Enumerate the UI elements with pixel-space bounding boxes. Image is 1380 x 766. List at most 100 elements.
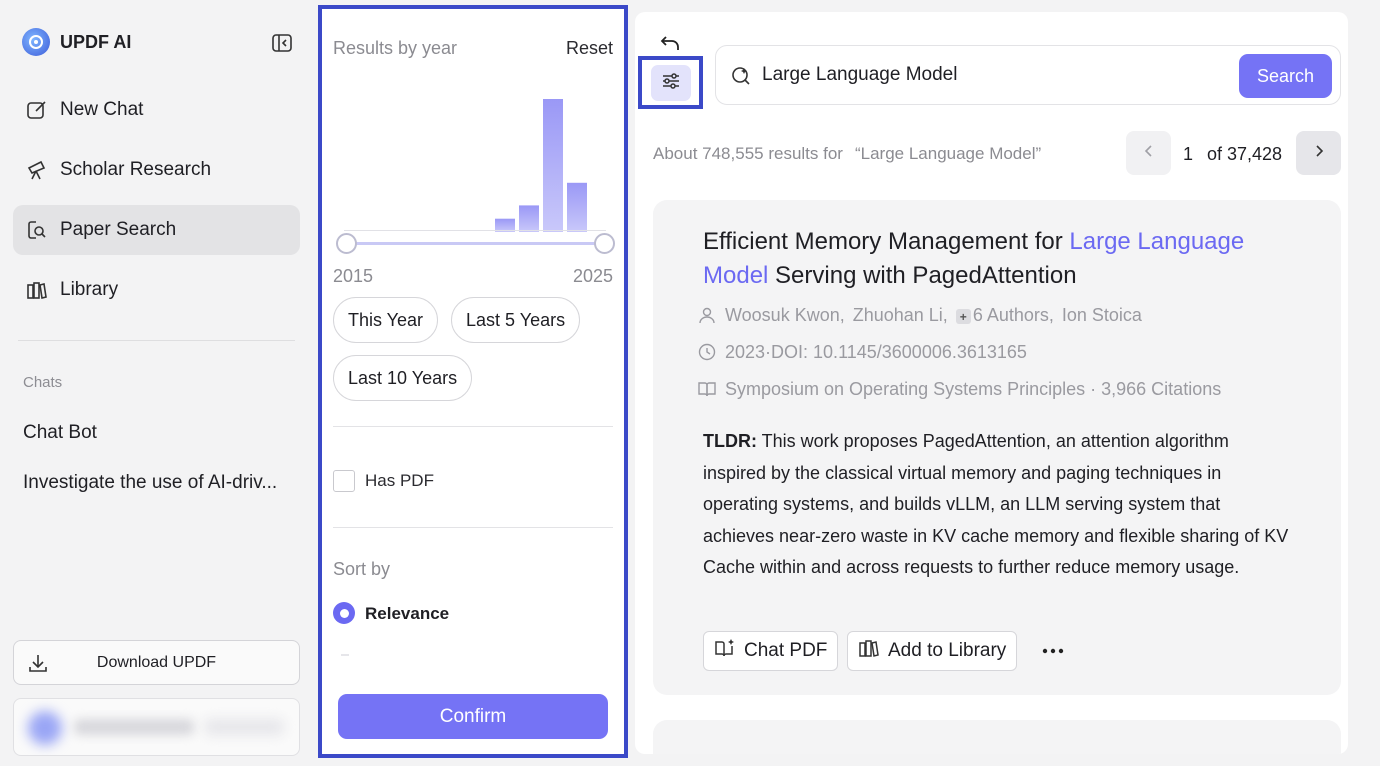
results-summary: About 748,555 results for “Large Language…	[653, 144, 1041, 164]
histogram-bar	[567, 182, 587, 232]
results-query: “Large Language Model”	[854, 144, 1042, 163]
has-pdf-label: Has PDF	[365, 471, 434, 490]
author[interactable]: Ion Stoica	[1062, 305, 1142, 326]
avatar	[28, 711, 62, 745]
sort-relevance-radio[interactable]	[333, 602, 355, 624]
year-histogram	[495, 99, 587, 232]
current-page: 1	[1183, 144, 1194, 164]
book-icon	[697, 379, 717, 399]
more-authors[interactable]: +6 Authors,	[955, 304, 1054, 326]
chats-section-label: Chats	[23, 374, 63, 391]
download-icon	[26, 651, 50, 675]
account-plan-blurred	[204, 719, 284, 735]
sidebar-item-paper-search[interactable]: Paper Search	[13, 205, 300, 255]
download-updf-button[interactable]: Download UPDF	[13, 640, 300, 685]
year-range-start-handle[interactable]	[336, 233, 357, 254]
edit-icon	[25, 98, 49, 122]
sidebar-item-label: Library	[60, 279, 119, 300]
filter-panel: Results by year Reset 2015 2025 This Yea…	[318, 5, 628, 758]
paper-venue: Symposium on Operating Systems Principle…	[697, 377, 1221, 401]
paper-title-part: Efficient Memory Management for	[703, 228, 1070, 255]
author[interactable]: Woosuk Kwon,	[725, 305, 845, 326]
account-name-blurred	[74, 719, 194, 735]
chat-pdf-button[interactable]: Chat PDF	[703, 631, 839, 671]
paper-title[interactable]: Efficient Memory Management for Large La…	[703, 225, 1283, 293]
filter-toggle-button[interactable]	[651, 65, 691, 101]
chat-pdf-icon	[714, 637, 736, 665]
more-authors-label: 6 Authors,	[972, 304, 1054, 325]
sidebar-item-label: Scholar Research	[60, 159, 212, 180]
year-doi-text: 2023·DOI: 10.1145/3600006.3613165	[725, 341, 1027, 362]
library-icon	[25, 278, 49, 302]
sort-option-clipped	[341, 654, 349, 656]
brand: UPDF AI	[22, 28, 131, 56]
updf-logo-icon	[22, 28, 50, 56]
histogram-baseline	[344, 230, 606, 231]
results-count: About 748,555 results for	[653, 144, 843, 163]
paper-result-card: Efficient Memory Management for Large La…	[653, 200, 1341, 695]
year-range-track	[346, 242, 604, 245]
add-to-library-label: Add to Library	[888, 640, 1007, 661]
chat-item[interactable]: Investigate the use of AI-driv...	[23, 472, 293, 494]
histogram-bar	[519, 205, 539, 232]
search-box: Search	[715, 45, 1341, 105]
ai-search-icon	[730, 65, 752, 87]
filter-divider	[333, 527, 613, 528]
plus-icon: +	[955, 309, 971, 324]
chat-pdf-label: Chat PDF	[744, 640, 828, 661]
histogram-bar	[543, 99, 563, 232]
search-button[interactable]: Search	[1239, 54, 1332, 98]
back-arrow-icon[interactable]	[657, 30, 683, 56]
total-pages: of 37,428	[1207, 144, 1283, 164]
tldr-label: TLDR:	[703, 431, 757, 451]
sidebar-item-new-chat[interactable]: New Chat	[13, 85, 300, 135]
paper-year-doi: 2023·DOI: 10.1145/3600006.3613165	[697, 340, 1027, 364]
chevron-left-icon	[1142, 144, 1156, 163]
app-name: UPDF AI	[60, 31, 132, 52]
sidebar-item-scholar-research[interactable]: Scholar Research	[13, 145, 300, 195]
has-pdf-checkbox[interactable]	[333, 470, 355, 492]
last-5-years-chip[interactable]: Last 5 Years	[451, 297, 581, 343]
sidebar-divider	[18, 340, 295, 341]
confirm-button[interactable]: Confirm	[338, 694, 608, 739]
venue-citations-text: Symposium on Operating Systems Principle…	[725, 378, 1222, 399]
year-range-start-label: 2015	[333, 266, 374, 286]
person-icon	[697, 305, 717, 325]
sidebar: UPDF AI New Chat Scholar Research Paper …	[0, 0, 312, 766]
search-input[interactable]	[762, 61, 1222, 89]
download-label: Download UPDF	[96, 653, 217, 671]
paper-tldr: TLDR: This work proposes PagedAttention,…	[703, 426, 1293, 584]
next-page-button[interactable]	[1296, 131, 1341, 175]
author[interactable]: Zhuohan Li,	[853, 305, 948, 326]
more-options-icon[interactable]	[1038, 638, 1068, 664]
filter-divider	[333, 426, 613, 427]
year-range-end-handle[interactable]	[594, 233, 615, 254]
prev-page-button[interactable]	[1126, 131, 1171, 175]
tldr-text: This work proposes PagedAttention, an at…	[703, 431, 1289, 578]
main-content: Search About 748,555 results for “Large L…	[635, 12, 1348, 754]
chevron-right-icon	[1312, 144, 1326, 163]
sliders-icon	[660, 71, 682, 96]
results-by-year-title: Results by year	[333, 38, 458, 58]
year-range-end-label: 2025	[572, 266, 613, 286]
add-to-library-button[interactable]: Add to Library	[847, 631, 1018, 671]
account-card[interactable]	[13, 698, 300, 756]
last-10-years-chip[interactable]: Last 10 Years	[333, 355, 473, 401]
paper-result-card-next	[653, 720, 1341, 754]
filter-toggle-highlight	[638, 56, 703, 109]
paper-title-part: Serving with PagedAttention	[768, 262, 1077, 289]
sort-by-label: Sort by	[333, 559, 391, 579]
this-year-chip[interactable]: This Year	[333, 297, 439, 343]
chat-item[interactable]: Chat Bot	[23, 422, 293, 444]
clock-icon	[697, 342, 717, 362]
sort-relevance-label: Relevance	[365, 604, 450, 623]
collapse-sidebar-icon[interactable]	[270, 31, 294, 55]
sidebar-item-label: Paper Search	[60, 219, 177, 240]
reset-button[interactable]: Reset	[566, 38, 613, 59]
telescope-icon	[25, 158, 49, 182]
sidebar-item-label: New Chat	[60, 99, 144, 120]
sidebar-item-library[interactable]: Library	[13, 265, 300, 315]
library-icon	[858, 637, 880, 665]
paper-authors: Woosuk Kwon, Zhuohan Li, +6 Authors, Ion…	[697, 303, 1142, 327]
paper-search-icon	[25, 218, 49, 242]
